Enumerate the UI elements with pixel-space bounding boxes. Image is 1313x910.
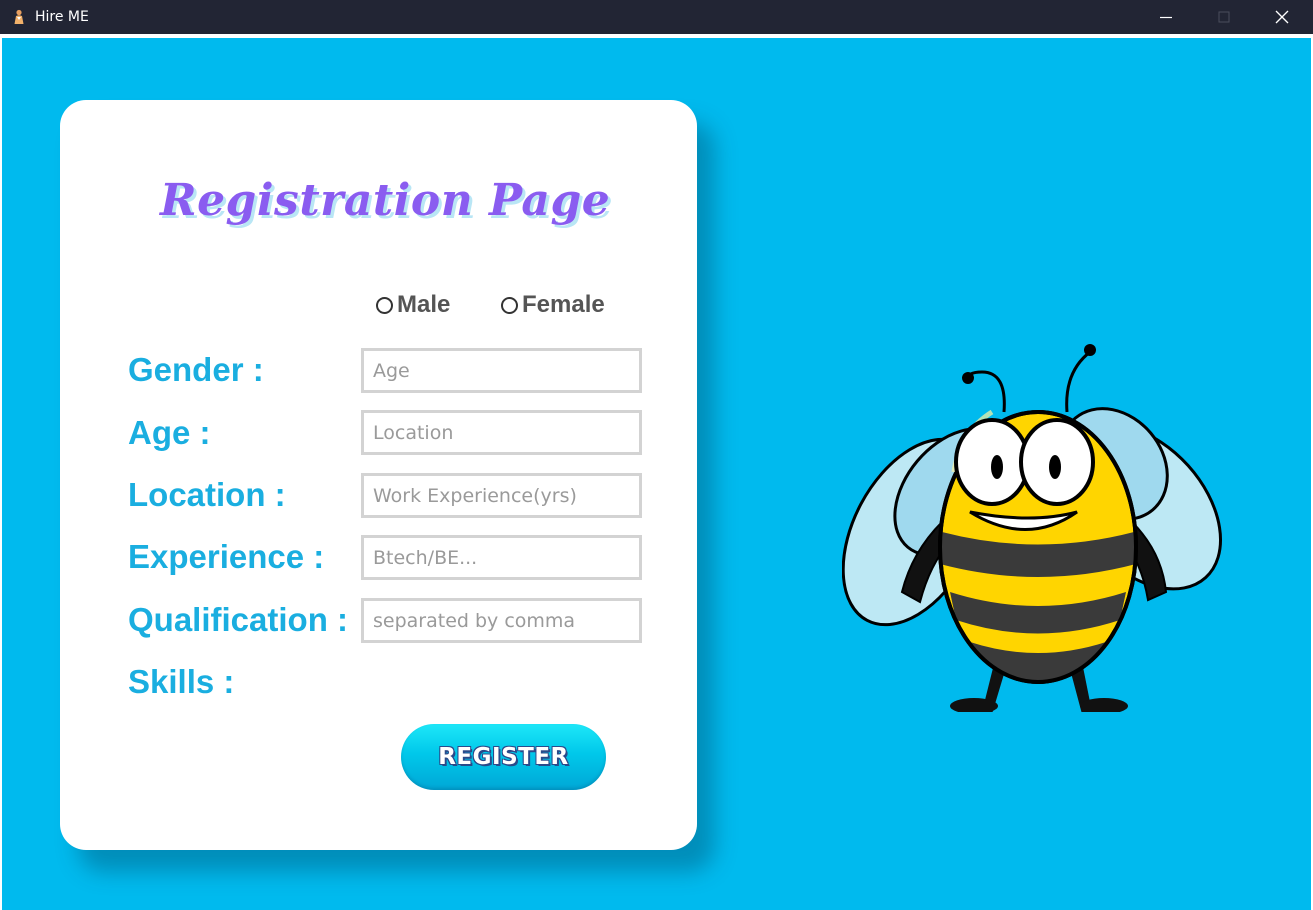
close-icon	[1275, 10, 1289, 24]
skills-label: Skills :	[128, 663, 235, 700]
experience-label: Experience :	[128, 538, 325, 575]
maximize-icon	[1218, 11, 1230, 23]
age-label: Age :	[128, 414, 211, 451]
gender-radio-female[interactable]: Female	[501, 290, 605, 320]
app-content: Registration Page Gender : Male Female A…	[2, 38, 1311, 910]
app-icon	[14, 9, 24, 24]
gender-option-label: Female	[522, 291, 605, 318]
register-button[interactable]: REGISTER	[401, 724, 606, 790]
close-button[interactable]	[1259, 0, 1305, 34]
title-bar: Hire ME	[0, 0, 1313, 34]
radio-button-circle	[501, 296, 518, 314]
gender-radio-male[interactable]: Male	[376, 290, 450, 320]
bee-antennae	[965, 350, 1091, 413]
radio-button-circle	[376, 296, 393, 314]
age-input[interactable]	[361, 348, 642, 393]
minimize-button[interactable]	[1143, 0, 1189, 34]
window-title: Hire ME	[35, 9, 89, 25]
qualification-input[interactable]	[361, 535, 642, 580]
registration-card: Registration Page Gender : Male Female A…	[60, 100, 697, 850]
skills-input[interactable]	[361, 598, 642, 643]
qualification-label: Qualification :	[128, 601, 349, 638]
maximize-button[interactable]	[1201, 0, 1247, 34]
location-label: Location :	[128, 476, 286, 513]
location-input[interactable]	[361, 410, 642, 455]
page-title: Registration Page	[160, 175, 611, 226]
experience-input[interactable]	[361, 473, 642, 518]
minimize-icon	[1160, 16, 1172, 19]
bee-mascot-illustration	[842, 344, 1223, 712]
gender-label: Gender :	[128, 351, 264, 388]
gender-option-label: Male	[397, 291, 451, 318]
